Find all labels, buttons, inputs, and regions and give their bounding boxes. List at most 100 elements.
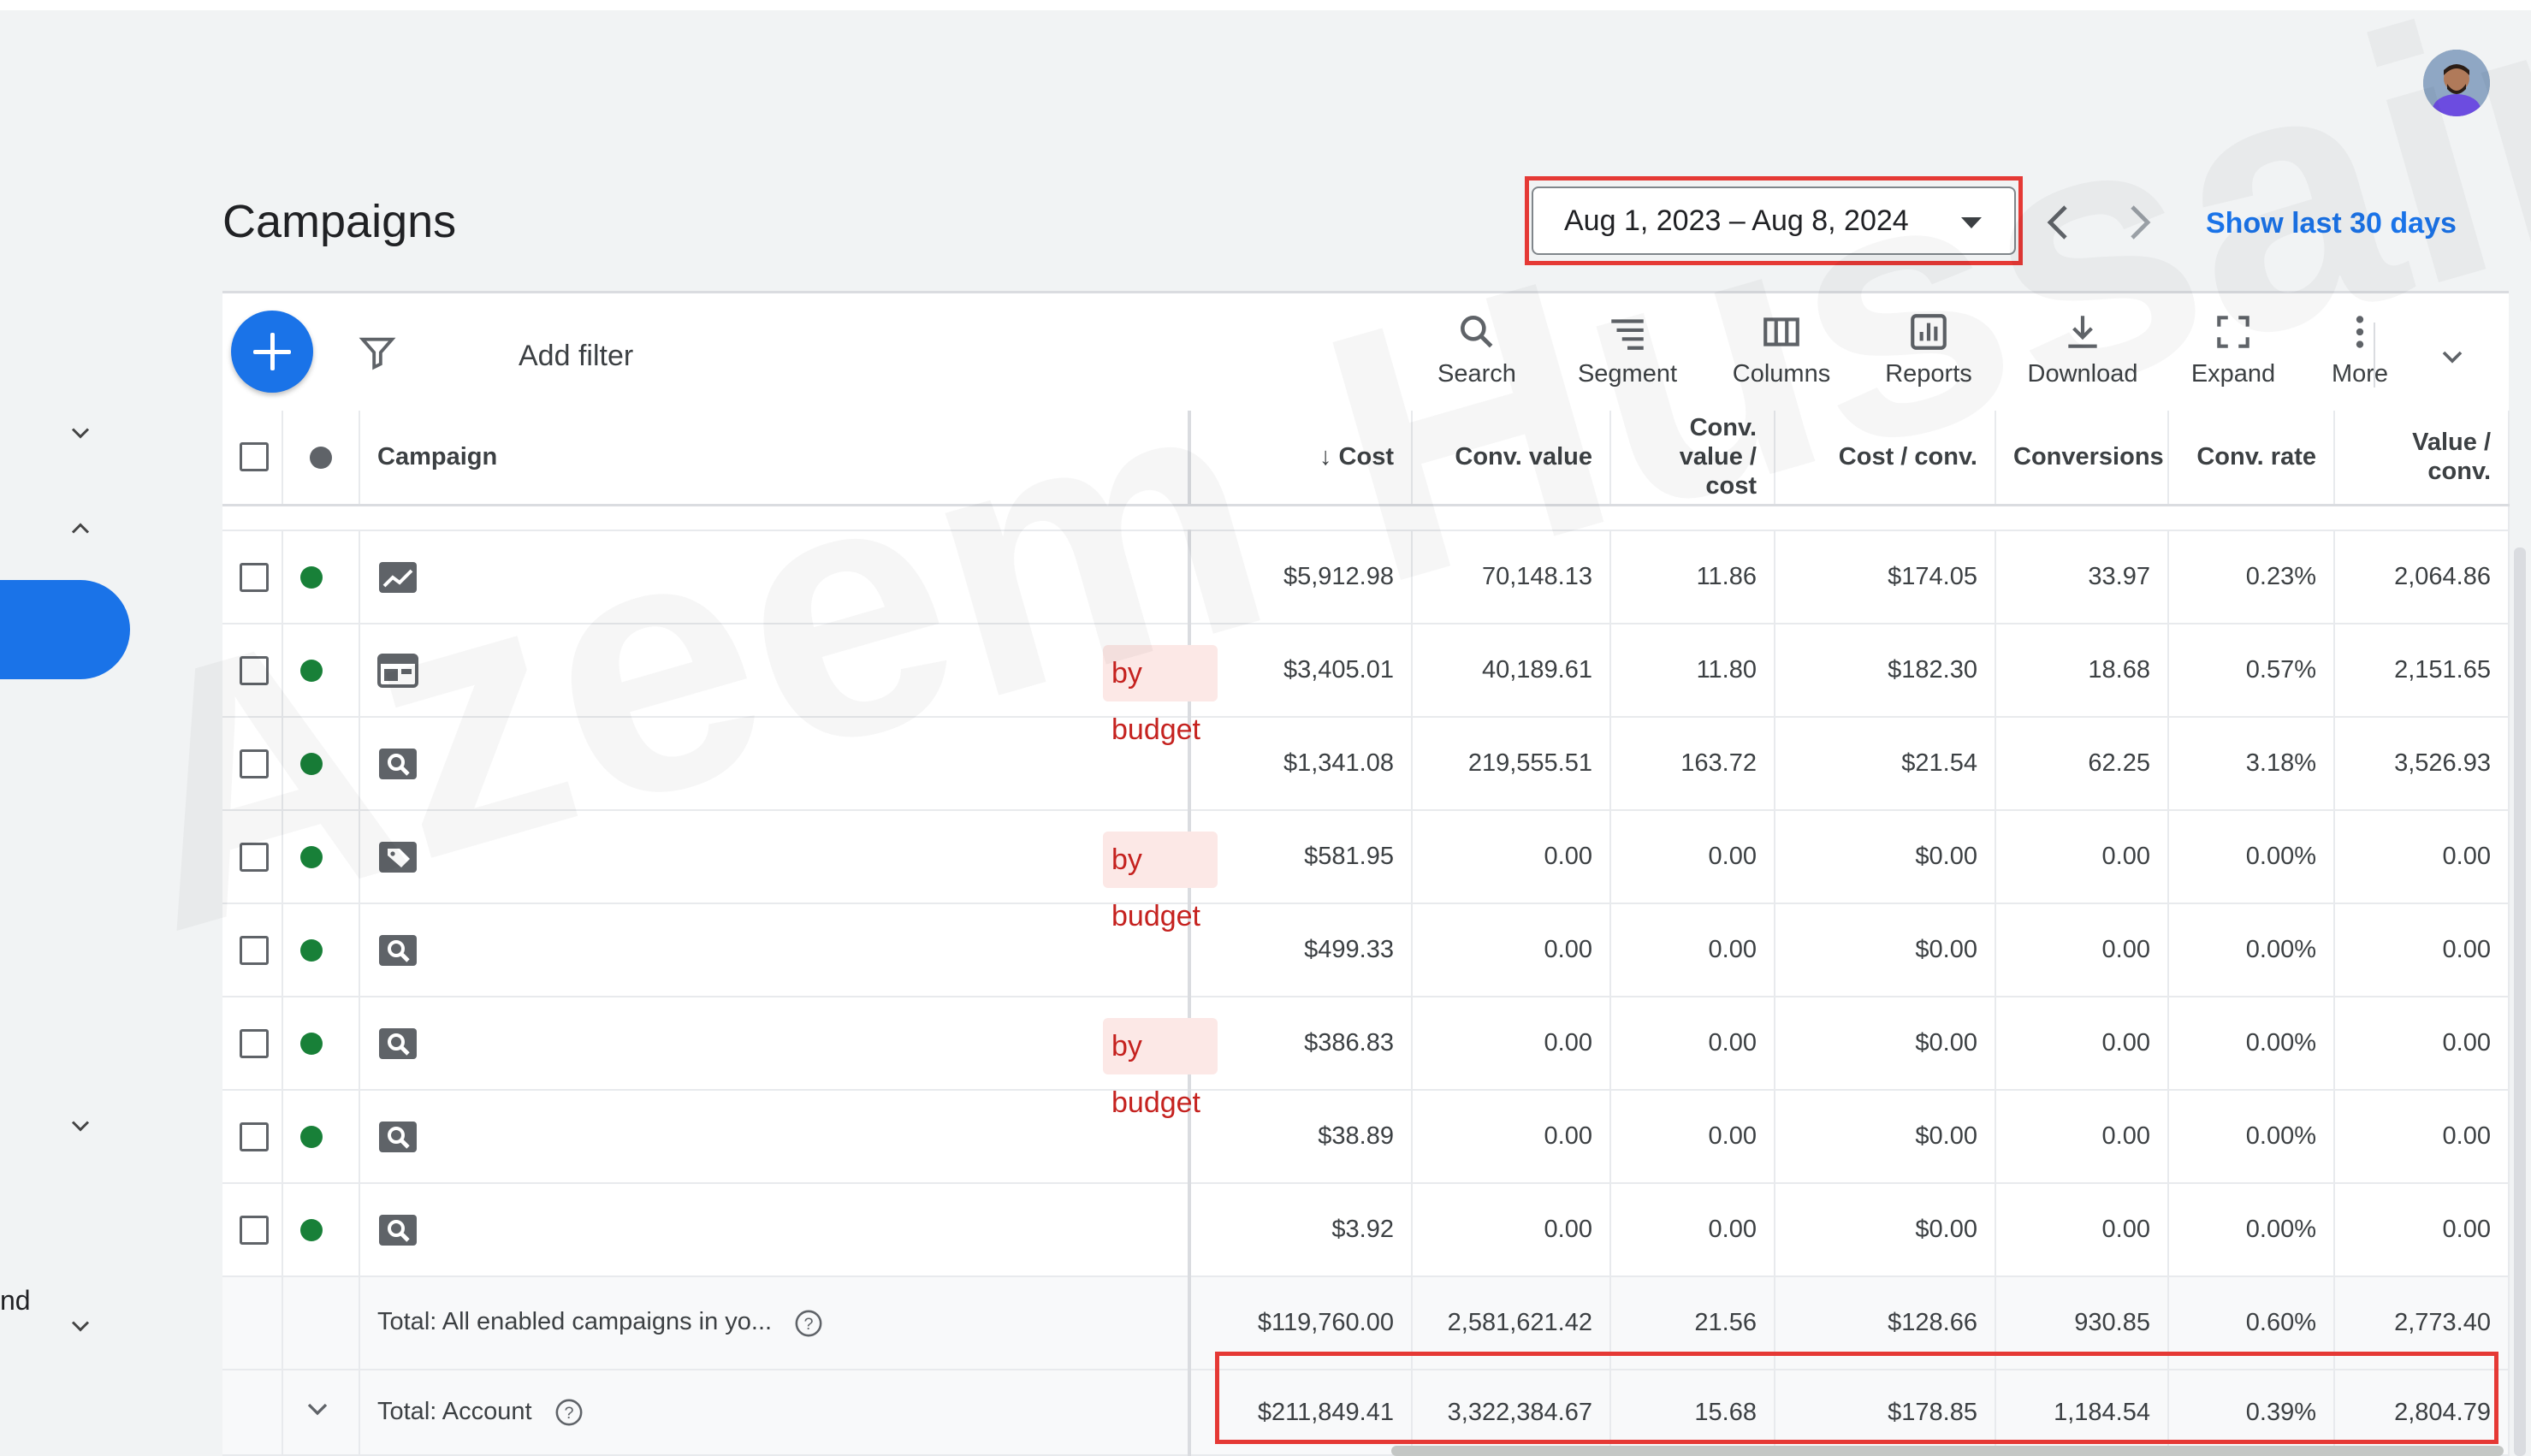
previous-period-icon[interactable]: [2042, 202, 2076, 243]
row-checkbox[interactable]: [240, 655, 269, 685]
row-select-cell: [222, 1183, 283, 1277]
row-checkbox[interactable]: [240, 562, 269, 592]
dropdown-arrow-icon: [1961, 217, 1982, 228]
status-enabled-icon[interactable]: [300, 1219, 323, 1242]
table-row[interactable]: $3.92 0.00 0.00 $0.00 0.00 0.00% 0.00: [222, 1183, 2510, 1277]
new-campaign-button[interactable]: [231, 311, 313, 393]
conv-value-cell: 70,148.13: [1412, 530, 1611, 624]
columns-icon: [1763, 317, 1799, 346]
status-filter-icon[interactable]: [310, 447, 332, 470]
column-header-conv-value-cost[interactable]: Conv. value / cost: [1610, 411, 1775, 506]
nav-item-label[interactable]: nd: [0, 1285, 31, 1317]
show-last-30-days-link[interactable]: Show last 30 days: [2206, 207, 2457, 240]
campaign-name-cell[interactable]: by budget: [359, 624, 1218, 746]
display-icon: [377, 653, 418, 688]
date-range-picker[interactable]: Aug 1, 2023 – Aug 8, 2024: [1532, 186, 2016, 255]
segment-icon: [1611, 319, 1644, 350]
column-header-cost-conv[interactable]: Cost / conv.: [1775, 411, 1996, 506]
campaign-name-cell[interactable]: [359, 717, 1191, 811]
search-campaign-icon: [377, 1027, 418, 1061]
table-row[interactable]: by budget $581.95 0.00 0.00 $0.00 0.00 0…: [222, 810, 2510, 932]
value-conv-cell: 0.00: [2334, 1090, 2510, 1184]
status-enabled-icon[interactable]: [300, 753, 323, 776]
column-header-cost[interactable]: ↓ Cost: [1189, 411, 1413, 506]
cost-conv-cell: $0.00: [1775, 1090, 1996, 1184]
chevron-down-icon[interactable]: [2435, 340, 2469, 374]
conversions-cell: 0.00: [1995, 997, 2169, 1091]
column-header-cost-label: Cost: [1338, 443, 1394, 471]
status-enabled-icon[interactable]: [300, 846, 323, 869]
cost-cell: $5,912.98: [1189, 530, 1413, 624]
row-select-cell: [222, 530, 283, 624]
column-header-conversions[interactable]: Conversions: [1995, 411, 2169, 506]
total-enabled-label-cell: Total: All enabled campaigns in yo... ?: [359, 1276, 1191, 1370]
campaign-name-cell[interactable]: [359, 1183, 1191, 1277]
svg-text:?: ?: [804, 1315, 814, 1334]
cost-conv-cell: $0.00: [1775, 903, 1996, 997]
add-filter-input[interactable]: Add filter: [519, 340, 633, 373]
toolbar-reports-button[interactable]: Reports: [1869, 311, 1989, 405]
column-header-conv-value[interactable]: Conv. value: [1412, 411, 1611, 506]
chevron-up-icon[interactable]: [65, 513, 96, 544]
help-icon[interactable]: ?: [794, 1309, 823, 1338]
chevron-down-icon[interactable]: [65, 1311, 96, 1341]
toolbar-search-button[interactable]: Search: [1417, 311, 1537, 405]
conversions-cell: 33.97: [1995, 530, 2169, 624]
row-checkbox[interactable]: [240, 1028, 269, 1058]
chevron-down-icon[interactable]: [300, 1392, 335, 1426]
row-select-cell: [222, 624, 283, 718]
reports-icon: [1911, 314, 1947, 350]
status-enabled-icon[interactable]: [300, 939, 323, 962]
horizontal-scrollbar[interactable]: [1391, 1446, 2504, 1456]
cost-cell: $38.89: [1189, 1090, 1413, 1184]
toolbar-download-button[interactable]: Download: [2023, 311, 2143, 405]
toolbar-search-label: Search: [1437, 360, 1516, 388]
chevron-down-icon[interactable]: [65, 1110, 96, 1141]
help-icon[interactable]: ?: [554, 1398, 584, 1427]
row-select-cell: [222, 903, 283, 997]
next-period-icon[interactable]: [2122, 202, 2156, 243]
status-enabled-icon[interactable]: [300, 566, 323, 589]
column-header-conv-rate[interactable]: Conv. rate: [2168, 411, 2335, 506]
cost-cell: $581.95: [1189, 810, 1413, 904]
row-checkbox[interactable]: [240, 1215, 269, 1245]
status-header: [282, 411, 360, 506]
nav-selected-item[interactable]: [0, 580, 130, 679]
table-row[interactable]: $1,341.08 219,555.51 163.72 $21.54 62.25…: [222, 717, 2510, 811]
toolbar-expand-button[interactable]: Expand: [2173, 311, 2293, 405]
status-enabled-icon[interactable]: [300, 1033, 323, 1056]
toolbar-segment-button[interactable]: Segment: [1568, 311, 1687, 405]
conv-rate-cell: 0.00%: [2168, 1183, 2335, 1277]
campaign-name-cell[interactable]: by budget: [359, 810, 1218, 932]
row-checkbox[interactable]: [240, 935, 269, 965]
table-row[interactable]: $38.89 0.00 0.00 $0.00 0.00 0.00% 0.00: [222, 1090, 2510, 1184]
column-header-value-conv[interactable]: Value / conv.: [2334, 411, 2510, 506]
campaign-name-cell[interactable]: [359, 1090, 1191, 1184]
table-row[interactable]: $5,912.98 70,148.13 11.86 $174.05 33.97 …: [222, 530, 2510, 624]
table-row[interactable]: by budget $3,405.01 40,189.61 11.80 $182…: [222, 624, 2510, 746]
limited-by-budget-badge: by budget: [1103, 832, 1218, 932]
campaigns-table-card: Add filter Search Segment Columns Report…: [222, 291, 2510, 1456]
campaign-name-cell[interactable]: by budget: [359, 997, 1218, 1119]
row-checkbox[interactable]: [240, 1122, 269, 1151]
filter-icon[interactable]: [358, 333, 397, 372]
status-enabled-icon[interactable]: [300, 660, 323, 683]
row-checkbox[interactable]: [240, 749, 269, 778]
toolbar-columns-button[interactable]: Columns: [1722, 311, 1841, 405]
user-avatar[interactable]: [2423, 50, 2490, 116]
status-enabled-icon[interactable]: [300, 1126, 323, 1149]
conversions-cell: 18.68: [1995, 624, 2169, 718]
chevron-down-icon[interactable]: [65, 417, 96, 448]
vertical-scrollbar[interactable]: [2514, 547, 2526, 1456]
toolbar-more-button[interactable]: More: [2300, 311, 2420, 405]
row-checkbox[interactable]: [240, 842, 269, 872]
campaign-name-cell[interactable]: [359, 903, 1191, 997]
table-row[interactable]: by budget $386.83 0.00 0.00 $0.00 0.00 0…: [222, 997, 2510, 1119]
value-conv-cell: 3,526.93: [2334, 717, 2510, 811]
cost-conv-cell: $0.00: [1775, 810, 1996, 904]
conv-value-cost-cell: 0.00: [1610, 903, 1775, 997]
column-header-campaign[interactable]: Campaign: [359, 411, 1191, 506]
select-all-checkbox[interactable]: [240, 442, 269, 472]
campaign-name-cell[interactable]: [359, 530, 1191, 624]
table-row[interactable]: $499.33 0.00 0.00 $0.00 0.00 0.00% 0.00: [222, 903, 2510, 997]
